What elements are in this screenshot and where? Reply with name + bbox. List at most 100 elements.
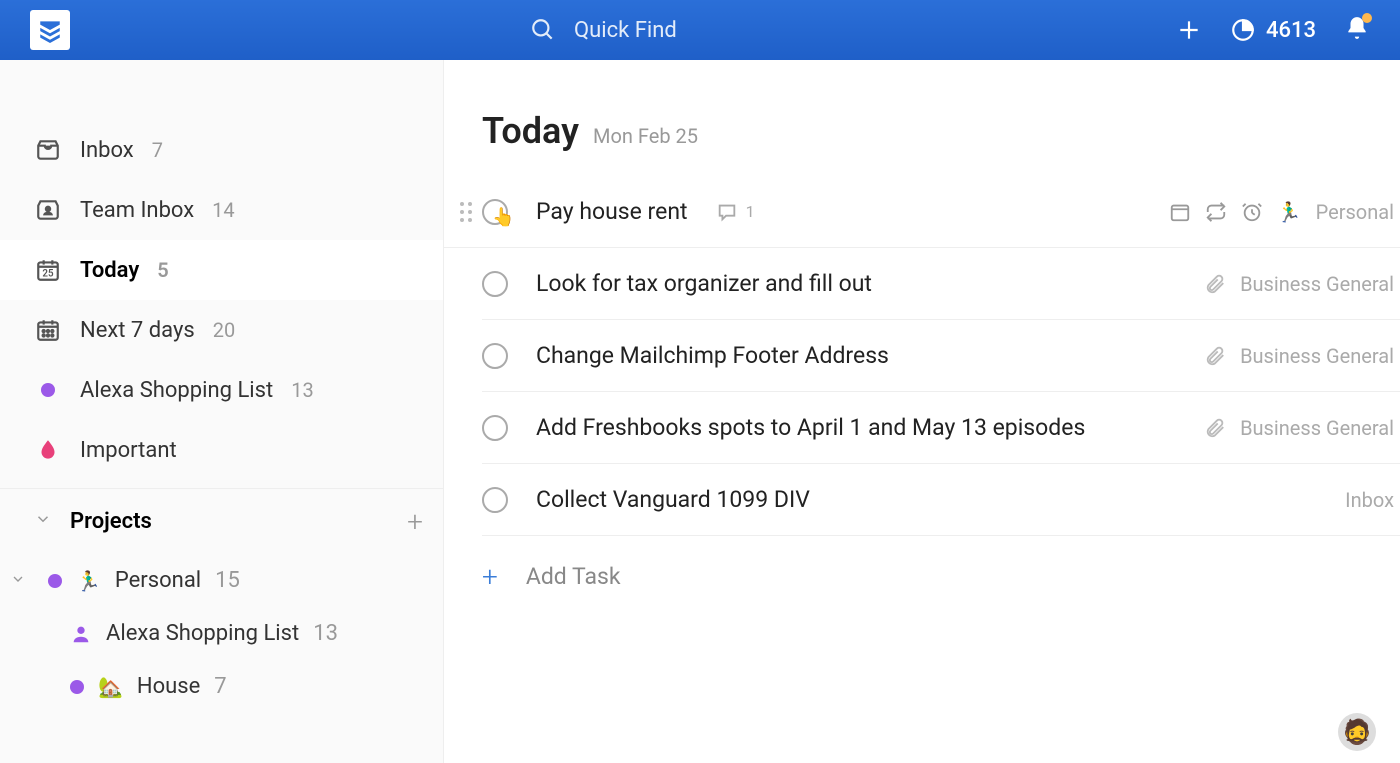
sidebar-item-count: 13 bbox=[291, 378, 313, 402]
task-project-label[interactable]: Business General bbox=[1240, 416, 1394, 440]
task-checkbox[interactable] bbox=[482, 487, 508, 513]
project-item-personal[interactable]: 🏃‍♂️ Personal 15 bbox=[0, 554, 443, 607]
sidebar-item-next7[interactable]: Next 7 days 20 bbox=[0, 300, 443, 360]
calendar-icon bbox=[34, 316, 62, 344]
task-row[interactable]: 👆 Pay house rent 1 🏃‍♂️ Personal bbox=[444, 176, 1400, 248]
task-row[interactable]: Look for tax organizer and fill out Busi… bbox=[482, 248, 1400, 320]
user-avatar[interactable]: 🧔 bbox=[1338, 713, 1376, 751]
view-header: Today Mon Feb 25 bbox=[444, 110, 1400, 152]
project-count: 13 bbox=[313, 621, 338, 646]
sidebar-item-count: 20 bbox=[213, 318, 235, 342]
task-actions: Business General bbox=[1204, 272, 1400, 296]
sidebar-item-label: Team Inbox bbox=[80, 198, 194, 223]
schedule-icon[interactable] bbox=[1169, 201, 1191, 223]
sidebar-item-inbox[interactable]: Inbox 7 bbox=[0, 120, 443, 180]
task-actions: Inbox bbox=[1345, 488, 1400, 512]
task-checkbox[interactable] bbox=[482, 415, 508, 441]
task-title: Pay house rent bbox=[536, 198, 688, 225]
sidebar-item-count: 5 bbox=[157, 258, 168, 282]
project-count: 15 bbox=[215, 568, 240, 593]
project-label: Personal bbox=[115, 568, 201, 593]
task-title: Look for tax organizer and fill out bbox=[536, 270, 872, 297]
add-project-button[interactable]: + bbox=[407, 505, 423, 538]
app-logo[interactable] bbox=[30, 10, 70, 50]
sidebar-item-important[interactable]: Important bbox=[0, 420, 443, 480]
project-emoji: 🏃‍♂️ bbox=[1277, 200, 1302, 224]
search-icon bbox=[530, 17, 556, 43]
karma-value: 4613 bbox=[1266, 18, 1316, 43]
project-emoji: 🏡 bbox=[98, 675, 123, 699]
project-label: Alexa Shopping List bbox=[106, 621, 299, 646]
project-item-house[interactable]: 🏡 House 7 bbox=[0, 660, 443, 713]
task-actions: Business General bbox=[1204, 344, 1400, 368]
sidebar-item-team-inbox[interactable]: Team Inbox 14 bbox=[0, 180, 443, 240]
todoist-logo-icon bbox=[37, 17, 63, 43]
task-title: Collect Vanguard 1099 DIV bbox=[536, 486, 810, 513]
task-project-label[interactable]: Business General bbox=[1240, 344, 1394, 368]
person-icon bbox=[70, 623, 92, 645]
recurring-icon[interactable] bbox=[1205, 201, 1227, 223]
sidebar: Inbox 7 Team Inbox 14 25 Today 5 Next 7 … bbox=[0, 60, 444, 763]
cursor-icon: 👆 bbox=[492, 207, 514, 228]
project-color-dot bbox=[70, 680, 84, 694]
sidebar-item-label: Alexa Shopping List bbox=[80, 378, 273, 403]
task-project-label[interactable]: Inbox bbox=[1345, 488, 1394, 512]
sidebar-item-label: Next 7 days bbox=[80, 318, 195, 343]
comment-icon bbox=[716, 201, 738, 223]
team-inbox-icon bbox=[34, 196, 62, 224]
task-title: Change Mailchimp Footer Address bbox=[536, 342, 889, 369]
task-checkbox[interactable] bbox=[482, 271, 508, 297]
karma-counter[interactable]: 4613 bbox=[1230, 17, 1316, 43]
comment-count: 1 bbox=[746, 202, 755, 221]
notifications-button[interactable] bbox=[1344, 15, 1370, 45]
add-task-icon[interactable] bbox=[1176, 17, 1202, 43]
today-icon: 25 bbox=[34, 256, 62, 284]
project-label: House bbox=[137, 674, 200, 699]
add-task-label: Add Task bbox=[526, 563, 621, 590]
sidebar-item-alexa[interactable]: Alexa Shopping List 13 bbox=[0, 360, 443, 420]
sidebar-item-today[interactable]: 25 Today 5 bbox=[0, 240, 443, 300]
task-checkbox[interactable]: 👆 bbox=[482, 199, 508, 225]
project-emoji: 🏃‍♂️ bbox=[76, 569, 101, 593]
task-comments[interactable]: 1 bbox=[716, 201, 755, 223]
sidebar-item-count: 7 bbox=[152, 138, 163, 162]
attachment-icon bbox=[1204, 345, 1226, 367]
main-content: Today Mon Feb 25 👆 Pay house rent 1 bbox=[444, 60, 1400, 763]
header-actions: 4613 bbox=[1176, 15, 1370, 45]
project-count: 7 bbox=[214, 674, 226, 699]
app-header: Quick Find 4613 bbox=[0, 0, 1400, 60]
task-project-label[interactable]: Business General bbox=[1240, 272, 1394, 296]
attachment-icon bbox=[1204, 417, 1226, 439]
sidebar-item-label: Inbox bbox=[80, 138, 134, 163]
task-list: 👆 Pay house rent 1 🏃‍♂️ Personal bbox=[444, 176, 1400, 617]
filter-dot-icon bbox=[34, 376, 62, 404]
inbox-icon bbox=[34, 136, 62, 164]
sidebar-item-label: Important bbox=[80, 438, 177, 463]
projects-header[interactable]: Projects + bbox=[0, 488, 443, 554]
task-title: Add Freshbooks spots to April 1 and May … bbox=[536, 414, 1085, 441]
task-project-label[interactable]: Personal bbox=[1316, 200, 1394, 224]
sidebar-item-label: Today bbox=[80, 258, 139, 283]
task-actions: 🏃‍♂️ Personal bbox=[1169, 200, 1400, 224]
task-checkbox[interactable] bbox=[482, 343, 508, 369]
task-row[interactable]: Collect Vanguard 1099 DIV Inbox bbox=[482, 464, 1400, 536]
drag-handle[interactable] bbox=[444, 202, 482, 222]
search-area[interactable]: Quick Find bbox=[530, 17, 677, 43]
reminder-icon[interactable] bbox=[1241, 201, 1263, 223]
task-row[interactable]: Add Freshbooks spots to April 1 and May … bbox=[482, 392, 1400, 464]
svg-text:25: 25 bbox=[42, 269, 54, 280]
add-task-button[interactable]: + Add Task bbox=[444, 536, 1400, 617]
chevron-down-icon bbox=[34, 509, 52, 534]
notification-dot bbox=[1362, 13, 1372, 23]
sidebar-item-count: 14 bbox=[212, 198, 234, 222]
project-color-dot bbox=[48, 574, 62, 588]
task-row[interactable]: Change Mailchimp Footer Address Business… bbox=[482, 320, 1400, 392]
attachment-icon bbox=[1204, 273, 1226, 295]
plus-icon: + bbox=[482, 560, 498, 593]
chevron-down-icon bbox=[10, 568, 34, 593]
project-item-alexa-list[interactable]: Alexa Shopping List 13 bbox=[0, 607, 443, 660]
task-actions: Business General bbox=[1204, 416, 1400, 440]
filter-drop-icon bbox=[34, 436, 62, 464]
projects-label: Projects bbox=[70, 509, 152, 534]
search-placeholder: Quick Find bbox=[574, 18, 677, 43]
